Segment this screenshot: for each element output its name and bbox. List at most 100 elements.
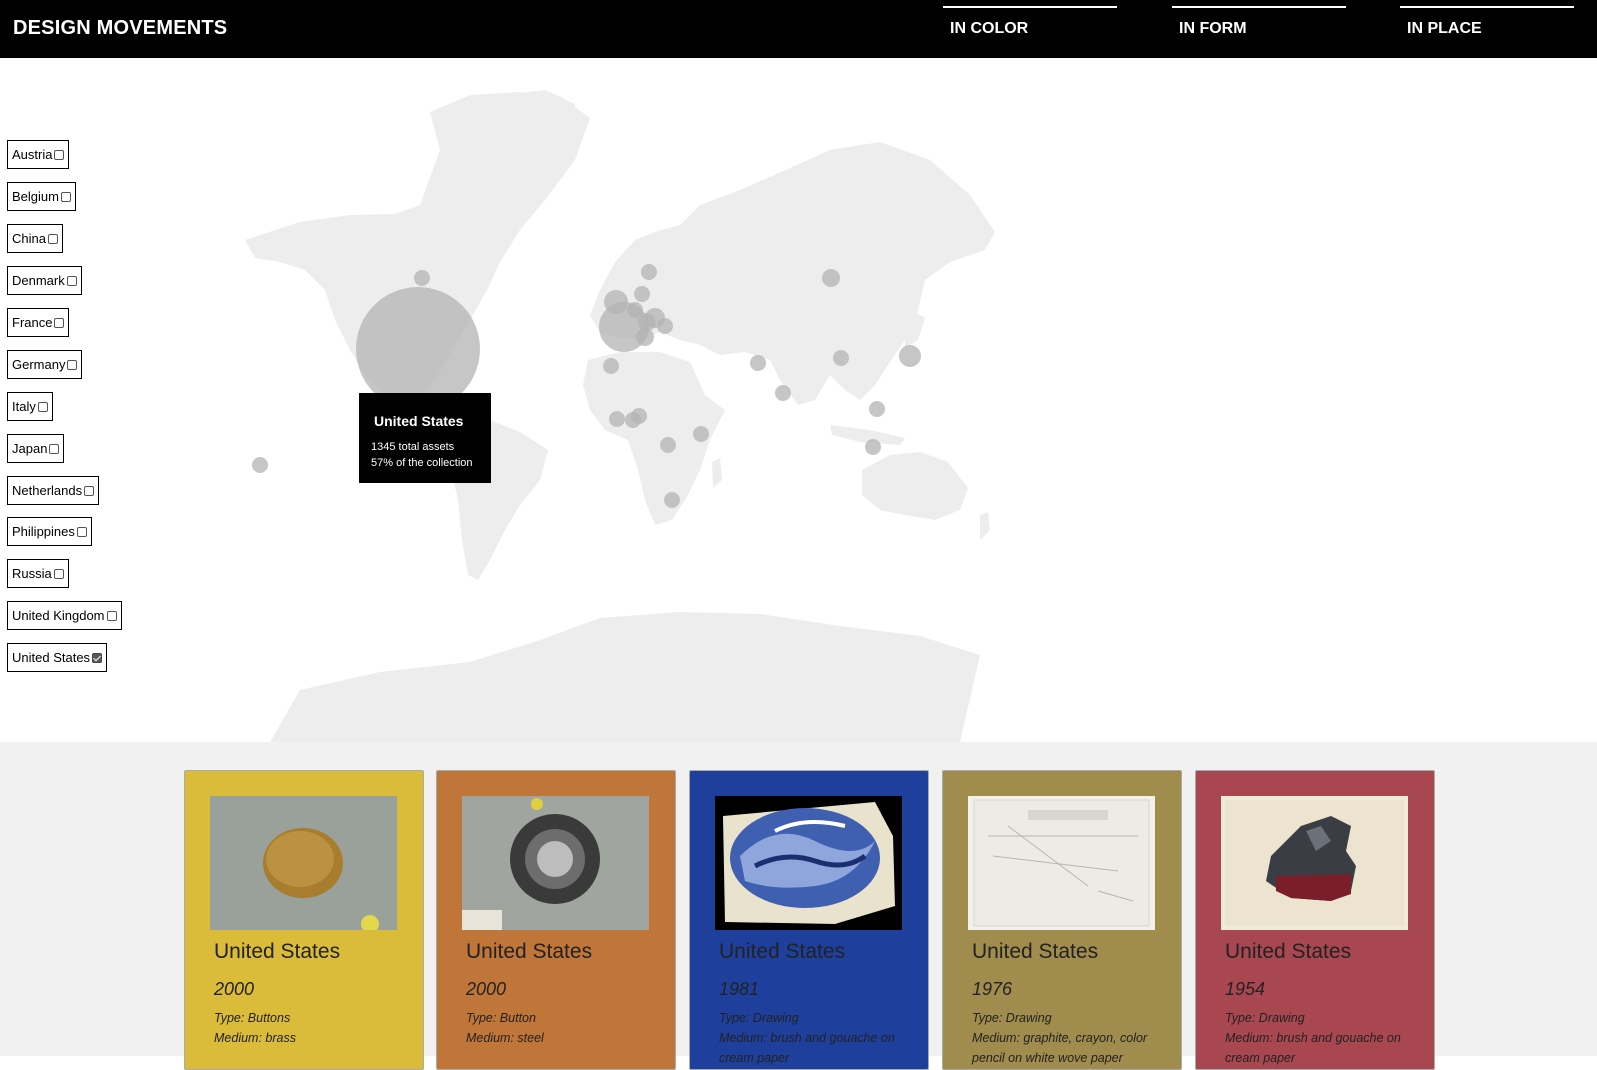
- country-filter-china[interactable]: China: [7, 224, 63, 253]
- brass-button-image: [210, 796, 397, 930]
- asset-thumbnail: [968, 796, 1155, 930]
- country-filter-belgium[interactable]: Belgium: [7, 182, 76, 211]
- card-year: 1981: [719, 979, 760, 999]
- country-bubble[interactable]: [631, 408, 647, 424]
- country-filter-philippines[interactable]: Philippines: [7, 517, 92, 546]
- asset-thumbnail: [210, 796, 397, 930]
- world-map: [245, 90, 995, 742]
- country-checkbox[interactable]: [54, 318, 65, 328]
- card-medium: Medium: steel: [466, 1031, 544, 1045]
- pencil-sketch-image: [968, 796, 1155, 930]
- tab-in-color[interactable]: IN COLOR: [943, 6, 1117, 50]
- country-bubble[interactable]: [636, 328, 654, 346]
- card-type: Type: Drawing: [1225, 1011, 1305, 1025]
- card-medium: Medium: graphite, crayon, color pencil o…: [972, 1031, 1148, 1065]
- asset-card[interactable]: United States 2000 Type: Button Medium: …: [436, 770, 676, 1070]
- dark-object-drawing-image: [1221, 796, 1408, 930]
- country-filter-label: Belgium: [12, 189, 59, 204]
- results-cards: United States 2000 Type: Buttons Medium:…: [0, 742, 1597, 1070]
- country-checkbox[interactable]: [84, 486, 95, 496]
- card-country: United States: [719, 940, 846, 963]
- country-bubble[interactable]: [609, 411, 625, 427]
- country-filter-france[interactable]: France: [7, 308, 70, 337]
- map-section: Austria Belgium China Denmark France Germany I…: [0, 58, 1597, 742]
- country-filter-label: Germany: [12, 357, 66, 372]
- country-filter-russia[interactable]: Russia: [7, 559, 69, 588]
- card-year: 2000: [214, 979, 255, 999]
- country-bubble[interactable]: [750, 355, 766, 371]
- asset-thumbnail: [462, 796, 649, 930]
- asset-thumbnail: [1221, 796, 1408, 930]
- country-checkbox[interactable]: [106, 611, 117, 621]
- asset-card[interactable]: United States 1976 Type: Drawing Medium:…: [942, 770, 1182, 1070]
- blue-wave-drawing-image: [715, 796, 902, 930]
- top-nav-bar: DESIGN MOVEMENTS IN COLOR IN FORM IN PLA…: [0, 0, 1597, 58]
- country-bubble[interactable]: [603, 358, 619, 374]
- country-bubble[interactable]: [414, 270, 430, 286]
- country-filter-japan[interactable]: Japan: [7, 434, 65, 463]
- asset-thumbnail: [715, 796, 902, 930]
- country-bubble[interactable]: [634, 286, 650, 302]
- madagascar-land: [712, 458, 722, 488]
- country-filter-label: France: [12, 315, 53, 330]
- country-filter-netherlands[interactable]: Netherlands: [7, 476, 100, 505]
- country-checkbox[interactable]: [54, 150, 65, 160]
- country-checkbox[interactable]: [67, 360, 78, 370]
- card-year: 1954: [1225, 979, 1266, 999]
- australia-land: [862, 452, 968, 520]
- country-filter-united-kingdom[interactable]: United Kingdom: [7, 601, 122, 630]
- country-filter-label: Italy: [12, 399, 36, 414]
- country-checkbox[interactable]: [92, 653, 103, 663]
- asset-card[interactable]: United States 2000 Type: Buttons Medium:…: [184, 770, 424, 1070]
- card-type: Type: Drawing: [719, 1011, 799, 1025]
- country-filter-germany[interactable]: Germany: [7, 350, 83, 379]
- country-bubble[interactable]: [833, 350, 849, 366]
- country-checkbox[interactable]: [76, 527, 87, 537]
- country-filter-denmark[interactable]: Denmark: [7, 266, 82, 295]
- country-checkbox[interactable]: [49, 444, 60, 454]
- country-filter-united-states[interactable]: United States: [7, 643, 108, 672]
- tooltip-share: 57% of the collection: [371, 457, 473, 469]
- asset-card[interactable]: United States 1954 Type: Drawing Medium:…: [1195, 770, 1435, 1070]
- card-medium: Medium: brass: [214, 1031, 296, 1045]
- tab-in-place[interactable]: IN PLACE: [1400, 6, 1574, 50]
- country-checkbox[interactable]: [47, 234, 58, 244]
- country-bubble[interactable]: [641, 264, 657, 280]
- country-filter-italy[interactable]: Italy: [7, 392, 53, 421]
- country-bubble[interactable]: [657, 318, 673, 334]
- country-filter-label: Denmark: [12, 273, 65, 288]
- country-checkbox[interactable]: [66, 276, 77, 286]
- new-zealand-land: [980, 512, 990, 540]
- country-filter-label: United Kingdom: [12, 608, 105, 623]
- country-bubble[interactable]: [252, 457, 268, 473]
- map-tooltip: United States 1345 total assets 57% of t…: [359, 393, 491, 483]
- country-bubble[interactable]: [627, 302, 643, 318]
- tab-in-form[interactable]: IN FORM: [1172, 6, 1346, 50]
- card-type: Type: Buttons: [214, 1011, 291, 1025]
- antarctica-land: [270, 612, 980, 742]
- country-checkbox[interactable]: [53, 569, 64, 579]
- country-bubble[interactable]: [693, 426, 709, 442]
- site-title[interactable]: DESIGN MOVEMENTS: [13, 17, 227, 40]
- country-filter-label: Netherlands: [12, 483, 83, 498]
- card-type: Type: Drawing: [972, 1011, 1052, 1025]
- country-filter-austria[interactable]: Austria: [7, 140, 70, 169]
- country-checkbox[interactable]: [37, 402, 48, 412]
- country-filter-label: China: [12, 231, 46, 246]
- tooltip-title: United States: [374, 413, 464, 429]
- country-filter-label: Philippines: [12, 524, 75, 539]
- card-country: United States: [214, 940, 341, 963]
- country-bubble[interactable]: [775, 385, 791, 401]
- country-bubble[interactable]: [822, 269, 840, 287]
- card-medium: Medium: brush and gouache on cream paper: [1225, 1031, 1401, 1065]
- tooltip-assets: 1345 total assets: [371, 441, 455, 453]
- country-bubble[interactable]: [899, 345, 921, 367]
- country-filter-label: Austria: [12, 147, 53, 162]
- steel-button-image: [462, 796, 649, 930]
- country-bubble[interactable]: [869, 401, 885, 417]
- asset-card[interactable]: United States 1981 Type: Drawing Medium:…: [689, 770, 929, 1070]
- country-bubble[interactable]: [664, 492, 680, 508]
- country-bubble[interactable]: [660, 437, 676, 453]
- country-checkbox[interactable]: [60, 192, 71, 202]
- country-bubble[interactable]: [865, 439, 881, 455]
